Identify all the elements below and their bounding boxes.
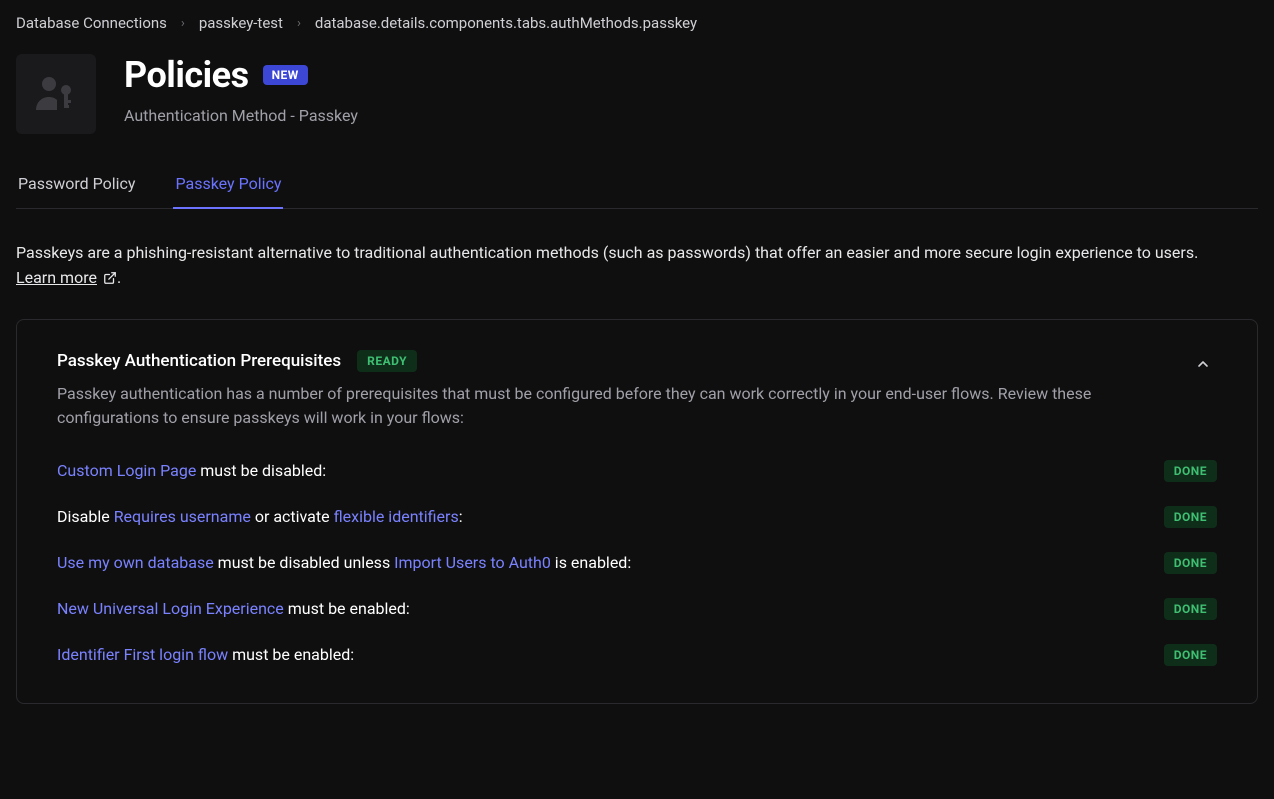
done-badge: DONE xyxy=(1164,644,1217,666)
prerequisite-text-part: is enabled: xyxy=(551,553,631,572)
prerequisite-link[interactable]: flexible identifiers xyxy=(334,507,459,526)
learn-more-link[interactable]: Learn more xyxy=(16,266,97,291)
prerequisite-row: Custom Login Page must be disabled: DONE xyxy=(57,459,1217,483)
prerequisite-link[interactable]: Requires username xyxy=(114,507,251,526)
chevron-right-icon: › xyxy=(181,16,185,31)
breadcrumb-item[interactable]: Database Connections xyxy=(16,14,167,32)
new-badge: NEW xyxy=(263,65,308,85)
page-subtitle: Authentication Method - Passkey xyxy=(124,106,358,125)
prerequisite-text-part: or activate xyxy=(251,507,334,526)
breadcrumb-item[interactable]: database.details.components.tabs.authMet… xyxy=(315,14,697,32)
breadcrumb-item[interactable]: passkey-test xyxy=(199,14,283,32)
card-title: Passkey Authentication Prerequisites xyxy=(57,351,341,371)
prerequisite-link[interactable]: Import Users to Auth0 xyxy=(394,553,551,572)
prerequisite-text-part: : xyxy=(459,507,463,526)
external-link-icon xyxy=(103,271,117,285)
chevron-right-icon: › xyxy=(297,16,301,31)
page-title: Policies xyxy=(124,54,249,96)
done-badge: DONE xyxy=(1164,598,1217,620)
ready-badge: READY xyxy=(357,350,417,372)
prerequisite-row: Disable Requires username or activate fl… xyxy=(57,505,1217,529)
prerequisite-row: New Universal Login Experience must be e… xyxy=(57,597,1217,621)
prerequisite-link[interactable]: New Universal Login Experience xyxy=(57,599,284,618)
prerequisite-text: Use my own database must be disabled unl… xyxy=(57,551,631,575)
prerequisite-text: Identifier First login flow must be enab… xyxy=(57,643,354,667)
prerequisite-text-part: must be enabled: xyxy=(228,645,354,664)
tab-passkey-policy[interactable]: Passkey Policy xyxy=(173,174,283,209)
prerequisite-text: New Universal Login Experience must be e… xyxy=(57,597,410,621)
card-description: Passkey authentication has a number of p… xyxy=(57,382,1137,432)
prerequisite-list: Custom Login Page must be disabled: DONE D… xyxy=(57,459,1217,667)
prerequisite-text-part: must be enabled: xyxy=(284,599,410,618)
intro-period: . xyxy=(117,268,121,287)
prerequisite-text-part: must be disabled unless xyxy=(214,553,394,572)
prerequisite-link[interactable]: Identifier First login flow xyxy=(57,645,228,664)
connection-icon xyxy=(16,54,96,134)
prerequisite-text: Custom Login Page must be disabled: xyxy=(57,459,326,483)
done-badge: DONE xyxy=(1164,460,1217,482)
intro-text: Passkeys are a phishing-resistant altern… xyxy=(16,241,1258,291)
collapse-toggle[interactable] xyxy=(1189,350,1217,382)
page-header: Policies NEW Authentication Method - Pas… xyxy=(16,54,1258,134)
done-badge: DONE xyxy=(1164,552,1217,574)
prerequisite-text-part: Disable xyxy=(57,507,114,526)
tabs: Password Policy Passkey Policy xyxy=(16,174,1258,209)
prerequisite-text: Disable Requires username or activate fl… xyxy=(57,505,463,529)
chevron-up-icon xyxy=(1195,356,1211,372)
prerequisite-text-part: must be disabled: xyxy=(196,461,326,480)
intro-body: Passkeys are a phishing-resistant altern… xyxy=(16,243,1198,262)
breadcrumb: Database Connections › passkey-test › da… xyxy=(16,14,1258,32)
prerequisite-row: Identifier First login flow must be enab… xyxy=(57,643,1217,667)
prerequisite-link[interactable]: Use my own database xyxy=(57,553,214,572)
prerequisites-card: Passkey Authentication Prerequisites REA… xyxy=(16,319,1258,705)
done-badge: DONE xyxy=(1164,506,1217,528)
prerequisite-row: Use my own database must be disabled unl… xyxy=(57,551,1217,575)
prerequisite-link[interactable]: Custom Login Page xyxy=(57,461,196,480)
tab-password-policy[interactable]: Password Policy xyxy=(16,174,137,209)
